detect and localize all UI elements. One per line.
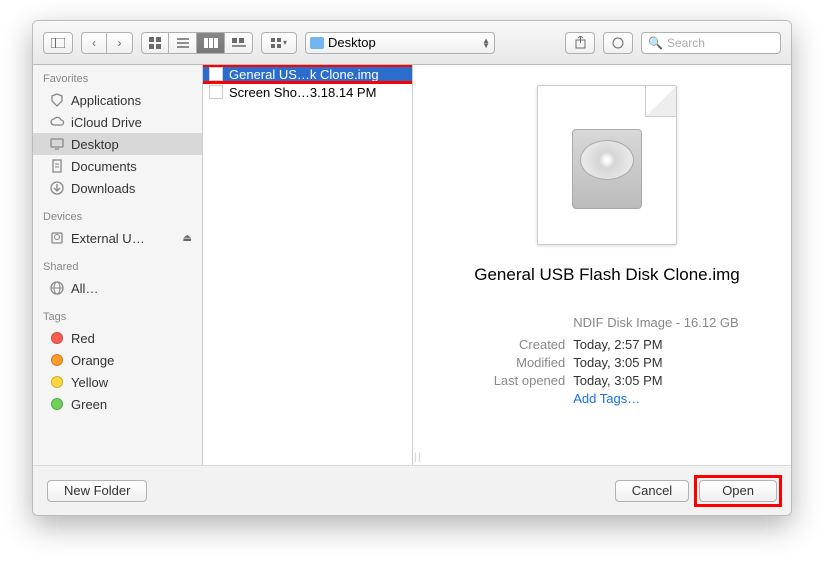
down-icon (49, 180, 65, 196)
modified-label: Modified (475, 355, 565, 370)
sidebar-toggle-button[interactable] (43, 32, 73, 54)
sidebar-item-label: Documents (71, 159, 137, 174)
sidebar-icon (51, 38, 65, 48)
updown-icon: ▲▼ (482, 38, 490, 48)
preview-pane: General USB Flash Disk Clone.img NDIF Di… (423, 65, 791, 465)
created-label: Created (475, 337, 565, 352)
chevron-right-icon: › (118, 36, 122, 50)
apps-icon (49, 92, 65, 108)
sidebar-item-label: External U… (71, 231, 145, 246)
tag-dot-icon (49, 396, 65, 412)
sidebar-item-orange[interactable]: Orange (33, 349, 202, 371)
coverflow-view-button[interactable] (225, 32, 253, 54)
list-view-button[interactable] (169, 32, 197, 54)
open-dialog-window: ‹ › ▾ Desktop ▲▼ (32, 20, 792, 516)
chevron-left-icon: ‹ (92, 36, 96, 50)
tag-dot-icon (49, 352, 65, 368)
sidebar-item-documents[interactable]: Documents (33, 155, 202, 177)
sidebar-item-external-u-[interactable]: External U… ⏏ (33, 227, 202, 249)
lastopened-label: Last opened (475, 373, 565, 388)
search-icon: 🔍 (648, 36, 663, 50)
new-folder-button[interactable]: New Folder (47, 480, 147, 502)
file-item[interactable]: General US…k Clone.img (203, 65, 412, 83)
sidebar-section-title: Tags (33, 309, 202, 325)
sidebar: Favorites Applications iCloud Drive Desktop… (33, 65, 203, 465)
location-label: Desktop (328, 35, 376, 50)
disk-image-icon (572, 129, 642, 209)
location-popup[interactable]: Desktop ▲▼ (305, 32, 495, 54)
forward-button[interactable]: › (107, 32, 133, 54)
back-button[interactable]: ‹ (81, 32, 107, 54)
eject-icon[interactable]: ⏏ (183, 233, 192, 244)
lastopened-value: Today, 3:05 PM (573, 373, 738, 388)
sidebar-item-label: Yellow (71, 375, 108, 390)
sidebar-item-label: iCloud Drive (71, 115, 142, 130)
gallery-icon (232, 38, 246, 48)
sidebar-section-title: Shared (33, 259, 202, 275)
created-value: Today, 2:57 PM (573, 337, 738, 352)
tag-dot-icon (49, 374, 65, 390)
nav-buttons: ‹ › (81, 32, 133, 54)
file-name: General US…k Clone.img (229, 67, 379, 82)
grid-icon (149, 37, 161, 49)
icon-view-button[interactable] (141, 32, 169, 54)
sidebar-item-label: Green (71, 397, 107, 412)
tags-button[interactable] (603, 32, 633, 54)
sidebar-item-label: Downloads (71, 181, 135, 196)
disk-icon (49, 230, 65, 246)
columns-icon (204, 38, 218, 48)
toolbar: ‹ › ▾ Desktop ▲▼ (33, 21, 791, 65)
preview-icon (537, 85, 677, 245)
column-view-button[interactable] (197, 32, 225, 54)
sidebar-item-icloud-drive[interactable]: iCloud Drive (33, 111, 202, 133)
sidebar-item-label: Orange (71, 353, 114, 368)
sidebar-item-downloads[interactable]: Downloads (33, 177, 202, 199)
sidebar-item-yellow[interactable]: Yellow (33, 371, 202, 393)
list-icon (177, 38, 189, 48)
file-list-column: General US…k Clone.img Screen Sho…3.18.14… (203, 65, 413, 465)
column-resize-handle[interactable]: || (413, 452, 423, 463)
file-icon (209, 67, 223, 81)
sidebar-item-all-[interactable]: All… (33, 277, 202, 299)
chevron-down-icon: ▾ (283, 38, 287, 47)
sidebar-section-title: Favorites (33, 71, 202, 87)
tag-icon (612, 37, 624, 49)
cancel-button[interactable]: Cancel (615, 480, 689, 502)
sidebar-section-title: Devices (33, 209, 202, 225)
share-button[interactable] (565, 32, 595, 54)
globe-icon (49, 280, 65, 296)
doc-icon (49, 158, 65, 174)
sidebar-item-label: Applications (71, 93, 141, 108)
search-placeholder: Search (667, 36, 705, 50)
preview-metadata: NDIF Disk Image - 16.12 GB Created Today… (475, 315, 738, 406)
add-tags-link[interactable]: Add Tags… (573, 391, 738, 406)
sidebar-item-label: Desktop (71, 137, 119, 152)
sidebar-item-desktop[interactable]: Desktop (33, 133, 202, 155)
cloud-icon (49, 114, 65, 130)
sidebar-item-applications[interactable]: Applications (33, 89, 202, 111)
bottom-bar: New Folder Cancel Open (33, 465, 791, 515)
search-field[interactable]: 🔍 Search (641, 32, 781, 54)
file-name: Screen Sho…3.18.14 PM (229, 85, 376, 100)
folder-icon (310, 37, 324, 49)
view-buttons (141, 32, 253, 54)
open-button[interactable]: Open (699, 480, 777, 502)
preview-title: General USB Flash Disk Clone.img (474, 265, 739, 285)
tag-dot-icon (49, 330, 65, 346)
file-item[interactable]: Screen Sho…3.18.14 PM (203, 83, 412, 101)
grid-arrange-icon (271, 38, 281, 48)
modified-value: Today, 3:05 PM (573, 355, 738, 370)
sidebar-item-red[interactable]: Red (33, 327, 202, 349)
body: Favorites Applications iCloud Drive Desktop… (33, 65, 791, 465)
sidebar-item-label: Red (71, 331, 95, 346)
desktop-icon (49, 136, 65, 152)
share-icon (575, 36, 586, 49)
arrange-button[interactable]: ▾ (261, 32, 297, 54)
preview-subtype: NDIF Disk Image - 16.12 GB (573, 315, 738, 330)
sidebar-item-green[interactable]: Green (33, 393, 202, 415)
sidebar-item-label: All… (71, 281, 98, 296)
file-icon (209, 85, 223, 99)
